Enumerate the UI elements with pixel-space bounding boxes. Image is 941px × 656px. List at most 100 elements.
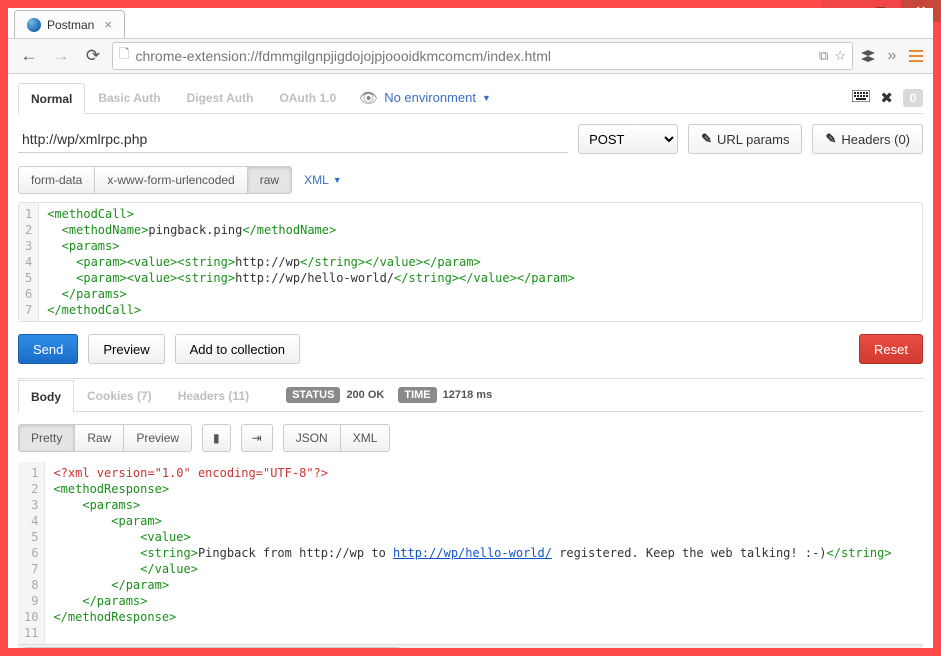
top-right-icons: ✖ 0	[852, 89, 923, 107]
browser-tab-title: Postman	[47, 18, 94, 32]
auth-tabs: Normal Basic Auth Digest Auth OAuth 1.0 …	[18, 82, 923, 114]
line-number: 6	[24, 545, 38, 561]
forward-button[interactable]: →	[48, 43, 74, 69]
url-params-button[interactable]: ✎ URL params	[688, 124, 802, 154]
view-preview[interactable]: Preview	[124, 424, 192, 452]
status-chip: STATUS	[286, 387, 340, 403]
chevron-down-icon: ▼	[482, 93, 491, 103]
scrollbar-thumb[interactable]	[22, 647, 402, 648]
line-number: 5	[25, 270, 32, 286]
body-type-form-data[interactable]: form-data	[18, 166, 95, 194]
line-number: 2	[24, 481, 38, 497]
environment-selector[interactable]: 👁 No environment ▼	[359, 89, 491, 107]
line-number: 11	[24, 625, 38, 641]
response-link[interactable]: http://wp/hello-world/	[393, 546, 552, 560]
preview-button[interactable]: Preview	[88, 334, 164, 364]
format-json[interactable]: JSON	[283, 424, 341, 452]
headers-label: Headers (0)	[841, 132, 910, 147]
notification-badge[interactable]: 0	[903, 89, 923, 107]
raw-lang-select[interactable]: XML ▼	[304, 173, 342, 187]
external-icon[interactable]: ⧉	[819, 48, 828, 64]
tab-normal[interactable]: Normal	[18, 83, 85, 114]
format-xml[interactable]: XML	[341, 424, 391, 452]
bookmark-icon[interactable]: ☆	[834, 48, 846, 64]
body-type-urlencoded[interactable]: x-www-form-urlencoded	[95, 166, 247, 194]
postman-favicon	[27, 18, 41, 32]
line-number: 7	[24, 561, 38, 577]
edit-icon: ✎	[825, 131, 836, 147]
chevron-down-icon: ▼	[333, 175, 342, 185]
line-number: 1	[24, 465, 38, 481]
keyboard-icon[interactable]	[852, 89, 870, 106]
tab-headers[interactable]: Headers (11)	[165, 379, 262, 412]
line-number: 5	[24, 529, 38, 545]
browser-tab-strip: Postman ×	[8, 8, 933, 38]
more-icon[interactable]: »	[883, 47, 901, 65]
headers-button[interactable]: ✎ Headers (0)	[812, 124, 923, 154]
address-bar[interactable]: 🗋 chrome-extension://fdmmgilgnpjigdojojp…	[112, 42, 853, 70]
tab-close-icon[interactable]: ×	[104, 17, 112, 32]
page-icon: 🗋	[119, 45, 129, 67]
line-number: 7	[25, 302, 32, 318]
horizontal-scrollbar[interactable]	[18, 644, 923, 648]
view-raw[interactable]: Raw	[75, 424, 124, 452]
line-number: 3	[24, 497, 38, 513]
line-gutter: 1 2 3 4 5 6 7	[19, 203, 39, 321]
extension-icons: »	[859, 47, 925, 65]
raw-lang-label: XML	[304, 173, 329, 187]
tab-body[interactable]: Body	[18, 380, 74, 413]
copy-icon: ▮	[213, 431, 220, 445]
reset-button[interactable]: Reset	[859, 334, 923, 364]
view-pretty[interactable]: Pretty	[18, 424, 75, 452]
status-value: 200 OK	[346, 389, 384, 401]
reload-button[interactable]: ⟳	[80, 43, 106, 69]
tab-cookies[interactable]: Cookies (7)	[74, 379, 165, 412]
layers-icon[interactable]	[859, 47, 877, 65]
line-number: 6	[25, 286, 32, 302]
body-type-raw[interactable]: raw	[248, 166, 292, 194]
request-url-input[interactable]	[18, 125, 568, 153]
line-number: 4	[24, 513, 38, 529]
line-number: 3	[25, 238, 32, 254]
environment-label: No environment	[384, 90, 476, 105]
wrap-icon: ⇥	[252, 431, 262, 445]
code-content: <?xml version="1.0" encoding="UTF-8"?> <…	[45, 462, 899, 644]
chrome-window: Postman × ← → ⟳ 🗋 chrome-extension://fdm…	[8, 8, 933, 648]
back-button[interactable]: ←	[16, 43, 42, 69]
time-value: 12718 ms	[443, 389, 493, 401]
time-chip: TIME	[398, 387, 436, 403]
add-to-collection-button[interactable]: Add to collection	[175, 334, 300, 364]
settings-icon[interactable]: ✖	[880, 89, 893, 107]
postman-app: Normal Basic Auth Digest Auth OAuth 1.0 …	[8, 74, 933, 648]
copy-button[interactable]: ▮	[202, 424, 231, 452]
address-url: chrome-extension://fdmmgilgnpjigdojojpjo…	[135, 48, 813, 64]
request-body-editor[interactable]: 1 2 3 4 5 6 7 <methodCall> <methodName>p…	[18, 202, 923, 322]
body-type-selector: form-data x-www-form-urlencoded raw XML …	[18, 166, 923, 194]
tab-basic-auth[interactable]: Basic Auth	[85, 82, 173, 113]
request-row: POST ✎ URL params ✎ Headers (0)	[18, 114, 923, 160]
response-tabs: Body Cookies (7) Headers (11) STATUS 200…	[18, 378, 923, 412]
response-view-controls: Pretty Raw Preview ▮ ⇥ JSON XML	[18, 424, 923, 452]
line-number: 4	[25, 254, 32, 270]
line-number: 8	[24, 577, 38, 593]
menu-icon[interactable]	[907, 47, 925, 65]
line-number: 1	[25, 206, 32, 222]
url-params-label: URL params	[717, 132, 789, 147]
response-body-viewer[interactable]: 1 2 3 4 5 6 7 8 9 10 11 <?xml version="1…	[18, 462, 923, 644]
wrap-button[interactable]: ⇥	[241, 424, 273, 452]
send-button[interactable]: Send	[18, 334, 78, 364]
action-buttons: Send Preview Add to collection Reset	[18, 334, 923, 364]
line-gutter: 1 2 3 4 5 6 7 8 9 10 11	[18, 462, 45, 644]
eye-icon: 👁	[359, 89, 378, 107]
browser-tab-postman[interactable]: Postman ×	[14, 10, 125, 38]
method-select[interactable]: POST	[578, 124, 678, 154]
line-number: 2	[25, 222, 32, 238]
line-number: 10	[24, 609, 38, 625]
edit-icon: ✎	[701, 131, 712, 147]
code-content: <methodCall> <methodName>pingback.ping</…	[39, 203, 582, 321]
browser-toolbar: ← → ⟳ 🗋 chrome-extension://fdmmgilgnpjig…	[8, 38, 933, 74]
status-area: STATUS 200 OK TIME 12718 ms	[286, 387, 500, 403]
tab-oauth[interactable]: OAuth 1.0	[266, 82, 349, 113]
tab-digest-auth[interactable]: Digest Auth	[174, 82, 267, 113]
line-number: 9	[24, 593, 38, 609]
